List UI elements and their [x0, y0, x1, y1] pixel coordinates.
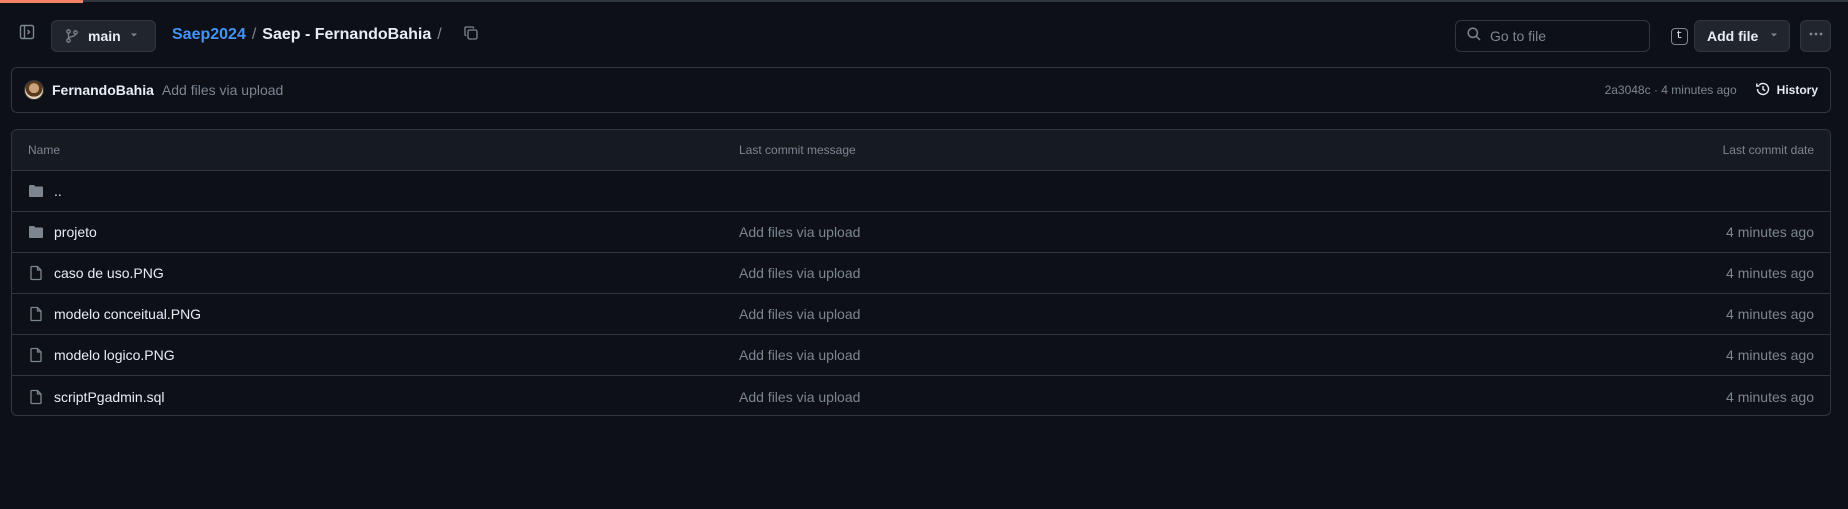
history-icon — [1755, 81, 1771, 100]
column-header-message: Last commit message — [739, 143, 856, 157]
table-row[interactable]: modelo logico.PNG Add files via upload 4… — [12, 335, 1830, 376]
row-commit-date: 4 minutes ago — [1726, 388, 1814, 405]
file-name-link[interactable]: scriptPgadmin.sql — [54, 389, 165, 405]
table-row[interactable]: projeto Add files via upload 4 minutes a… — [12, 212, 1830, 253]
table-row[interactable]: modelo conceitual.PNG Add files via uplo… — [12, 294, 1830, 335]
breadcrumb-separator: / — [437, 26, 442, 43]
file-name-link[interactable]: modelo logico.PNG — [54, 347, 175, 363]
sidebar-expand-icon — [19, 24, 35, 45]
file-icon — [28, 306, 44, 322]
chevron-down-icon — [1769, 27, 1779, 45]
git-branch-icon — [64, 28, 80, 44]
branch-selector-button[interactable]: main — [51, 20, 156, 52]
folder-icon — [28, 183, 44, 199]
copy-icon — [463, 25, 479, 46]
row-commit-date: 4 minutes ago — [1726, 224, 1814, 240]
row-commit-date: 4 minutes ago — [1726, 347, 1814, 363]
sidebar-toggle-button[interactable] — [14, 22, 40, 46]
repo-header: main Saep2024 / Saep - FernandoBahia / t… — [0, 16, 1848, 52]
file-icon — [28, 389, 44, 405]
row-commit-message-link[interactable]: Add files via upload — [739, 306, 860, 322]
row-commit-message-link[interactable]: Add files via upload — [739, 389, 860, 405]
history-label: History — [1776, 83, 1818, 97]
commit-author-link[interactable]: FernandoBahia — [52, 82, 154, 98]
row-commit-date: 4 minutes ago — [1726, 306, 1814, 322]
column-header-name: Name — [28, 143, 61, 157]
breadcrumb-separator: / — [251, 26, 257, 43]
row-commit-message-link[interactable]: Add files via upload — [739, 224, 860, 240]
breadcrumb-repo-link[interactable]: Saep2024 — [172, 26, 246, 44]
branch-name: main — [88, 28, 121, 44]
kebab-horizontal-icon — [1808, 26, 1824, 47]
avatar[interactable] — [24, 80, 44, 100]
chevron-down-icon — [129, 27, 139, 45]
file-icon — [28, 265, 44, 281]
file-name-link[interactable]: modelo conceitual.PNG — [54, 306, 201, 322]
top-border — [0, 0, 1848, 3]
parent-directory-link[interactable]: .. — [54, 183, 62, 199]
commit-sha-time[interactable]: 2a3048c · 4 minutes ago — [1605, 83, 1737, 97]
column-header-date: Last commit date — [1722, 143, 1814, 157]
file-name-link[interactable]: projeto — [54, 224, 97, 240]
row-commit-date: 4 minutes ago — [1726, 265, 1814, 281]
top-accent-bar — [0, 0, 83, 3]
history-button[interactable]: History — [1755, 81, 1818, 100]
search-icon — [1466, 26, 1482, 47]
more-options-button[interactable] — [1800, 20, 1831, 52]
file-icon — [28, 347, 44, 363]
keyboard-shortcut-hint: t — [1671, 27, 1688, 45]
table-row[interactable]: .. — [12, 171, 1830, 212]
go-to-file-input[interactable] — [1490, 28, 1671, 44]
file-name-link[interactable]: caso de uso.PNG — [54, 265, 164, 281]
commit-message-link[interactable]: Add files via upload — [162, 82, 283, 98]
copy-path-button[interactable] — [462, 25, 480, 46]
table-row[interactable]: caso de uso.PNG Add files via upload 4 m… — [12, 253, 1830, 294]
table-row[interactable]: scriptPgadmin.sql Add files via upload 4… — [12, 376, 1830, 415]
go-to-file-search[interactable]: t — [1455, 20, 1688, 52]
breadcrumb: Saep2024 / Saep - FernandoBahia / — [172, 25, 480, 46]
add-file-button[interactable]: Add file — [1694, 20, 1790, 52]
folder-icon — [28, 224, 44, 240]
breadcrumb-current-folder: Saep - FernandoBahia — [262, 26, 432, 43]
latest-commit-bar: FernandoBahia Add files via upload 2a304… — [11, 67, 1831, 113]
table-header: Name Last commit message Last commit dat… — [12, 130, 1830, 171]
row-commit-message-link[interactable]: Add files via upload — [739, 265, 860, 281]
add-file-label: Add file — [1707, 28, 1759, 44]
row-commit-message-link[interactable]: Add files via upload — [739, 347, 860, 363]
file-table: Name Last commit message Last commit dat… — [11, 129, 1831, 416]
